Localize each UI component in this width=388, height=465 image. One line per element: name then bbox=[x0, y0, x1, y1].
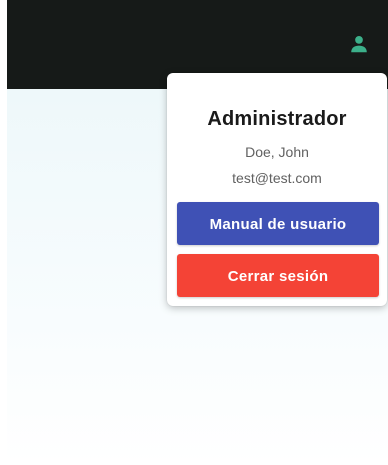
user-email: test@test.com bbox=[232, 170, 322, 186]
account-button[interactable] bbox=[347, 32, 371, 56]
user-role: Administrador bbox=[207, 108, 347, 130]
user-menu-popover: Administrador Doe, John test@test.com Ma… bbox=[167, 73, 387, 306]
user-name: Doe, John bbox=[245, 144, 309, 160]
person-icon bbox=[351, 36, 367, 53]
user-manual-button[interactable]: Manual de usuario bbox=[177, 202, 379, 245]
app-root: Administrador Doe, John test@test.com Ma… bbox=[0, 0, 388, 465]
logout-button[interactable]: Cerrar sesión bbox=[177, 254, 379, 297]
